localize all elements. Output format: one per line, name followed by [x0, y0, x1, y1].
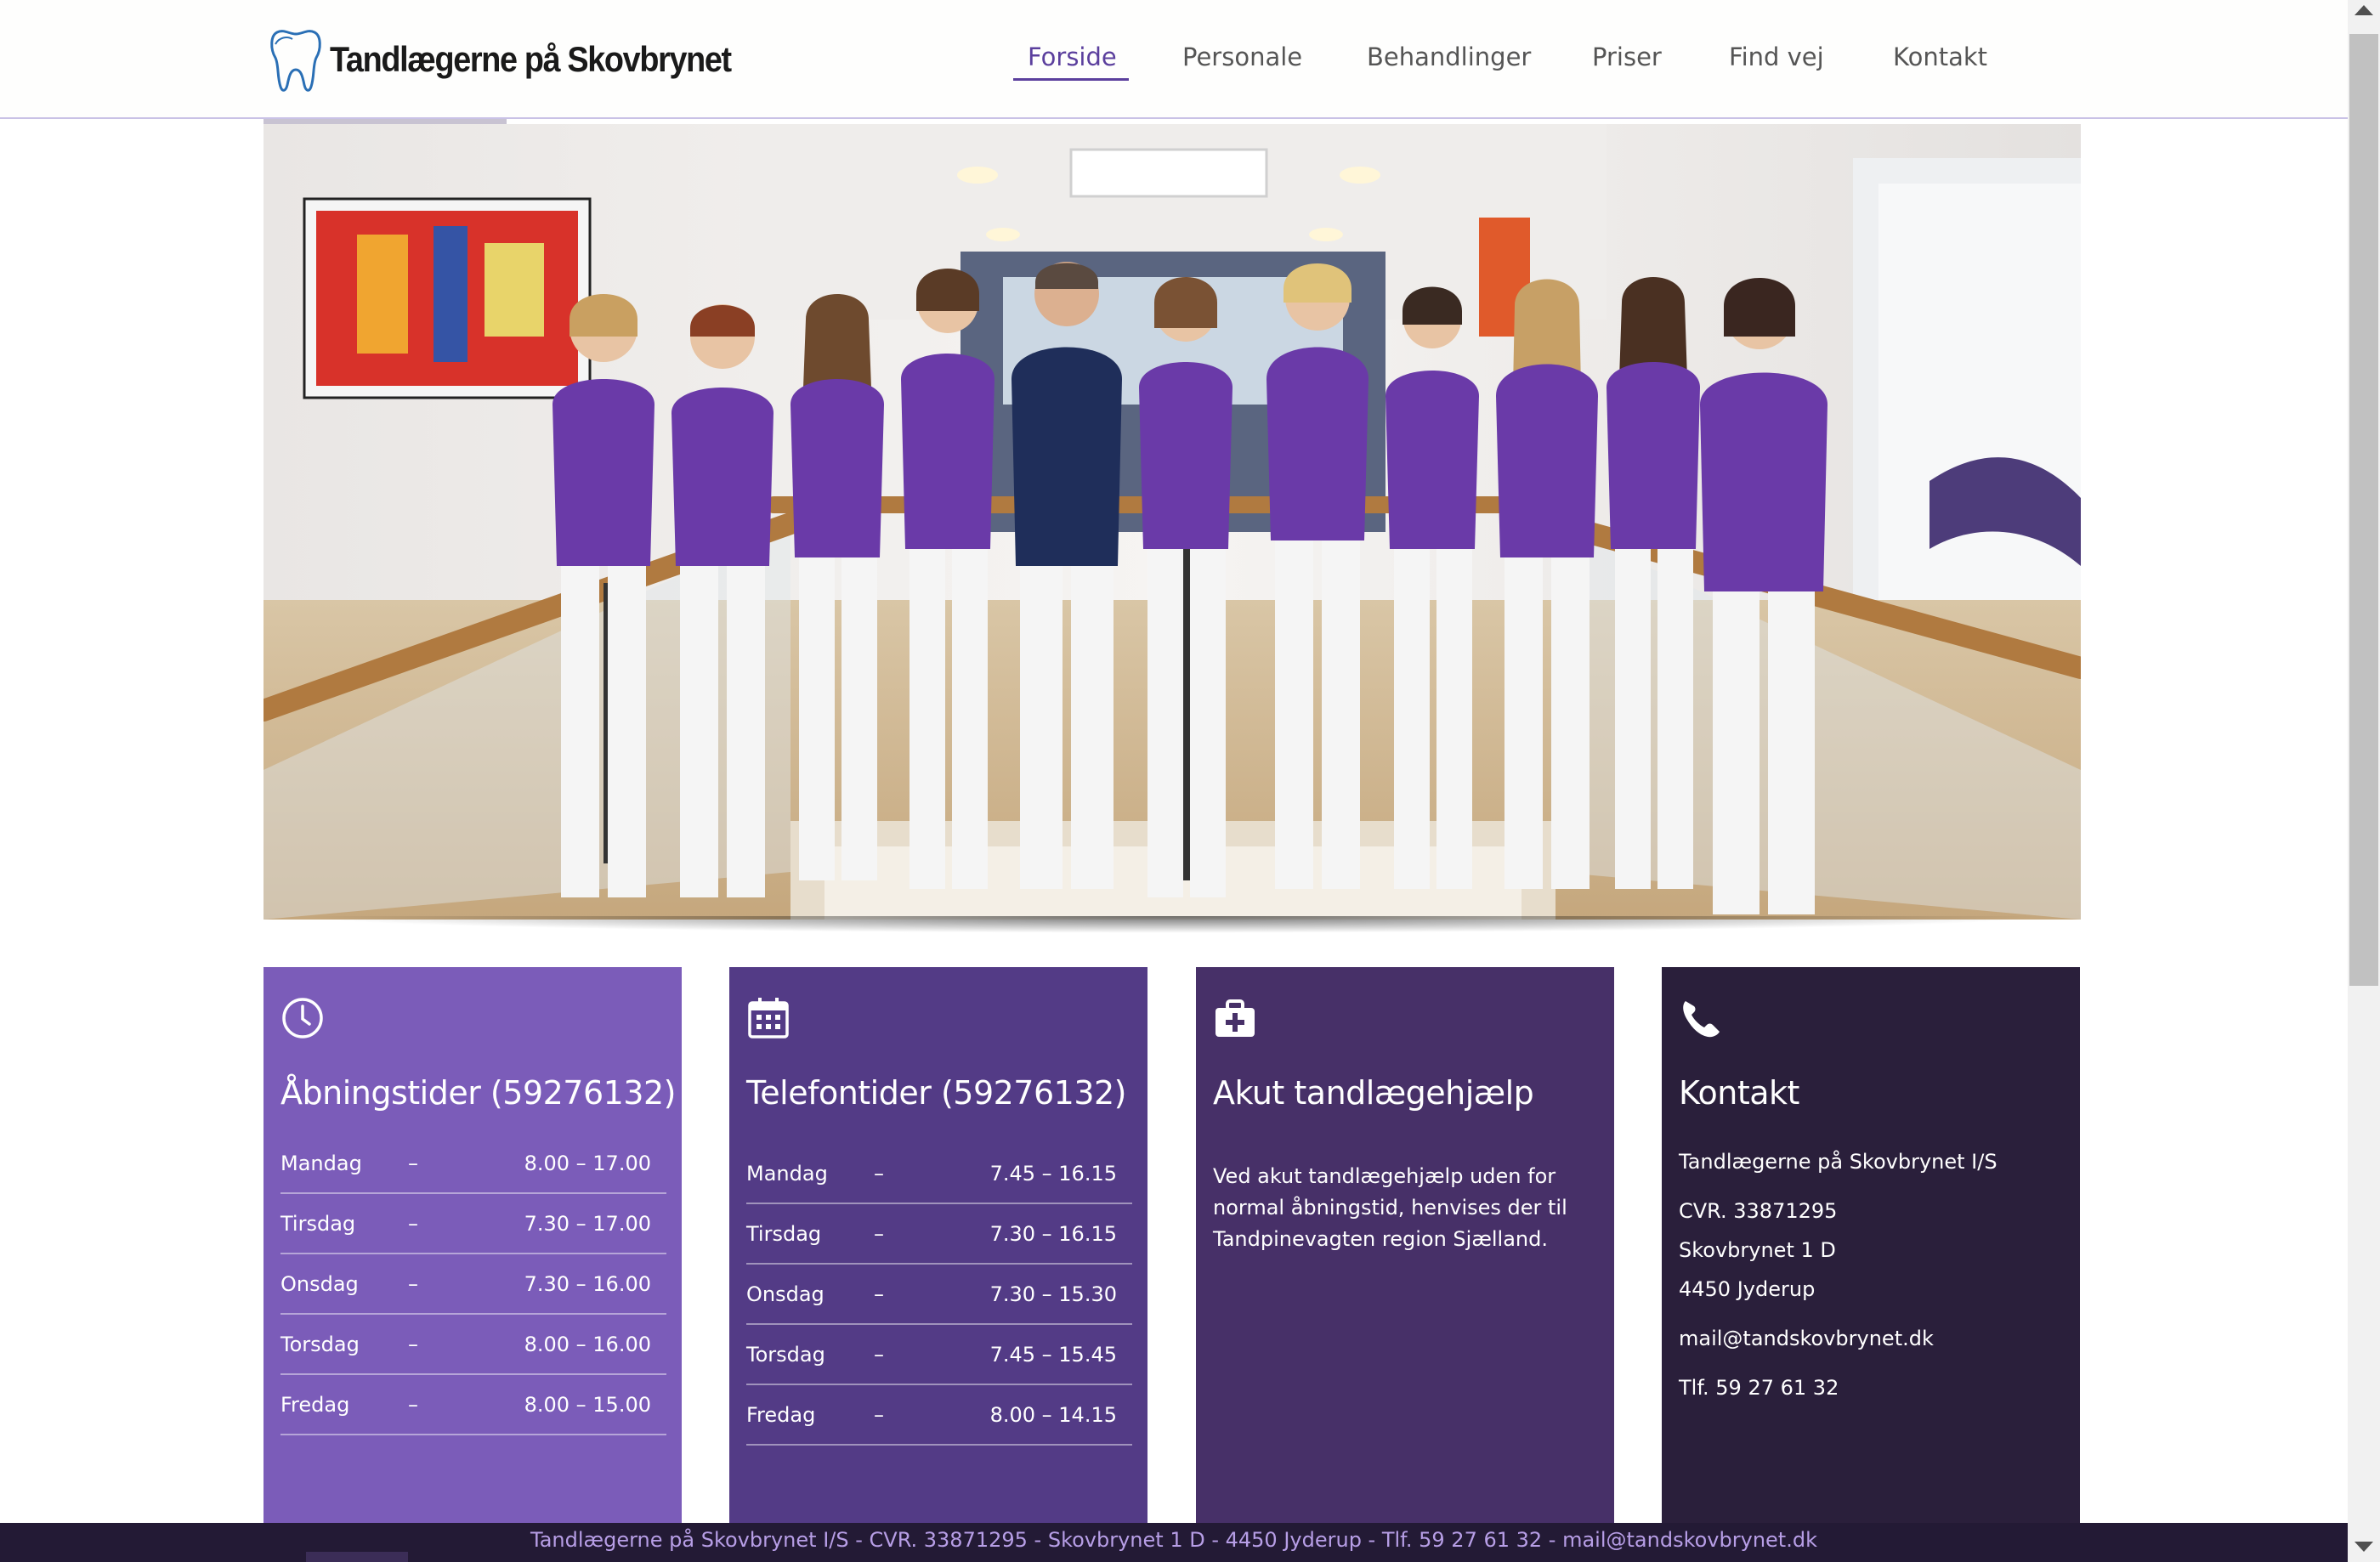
contact-details: Tandlægerne på Skovbrynet I/S CVR. 33871… [1679, 1142, 2063, 1407]
nav-item-forside[interactable]: Forside [1028, 42, 1117, 71]
hours-time: 7.45 – 15.45 [989, 1342, 1117, 1367]
emergency-text: Ved akut tandlægehjælp uden for normal å… [1213, 1164, 1567, 1251]
hours-row: Onsdag – 7.30 – 16.00 [280, 1254, 666, 1315]
hours-day: Fredag [746, 1402, 816, 1427]
nav-item-behandlinger[interactable]: Behandlinger [1367, 42, 1531, 71]
contact-phone[interactable]: Tlf. 59 27 61 32 [1679, 1368, 2063, 1407]
footer-tab [306, 1552, 408, 1562]
logo-text: Tandlægerne på Skovbrynet [330, 39, 732, 79]
hours-row: Mandag – 7.45 – 16.15 [746, 1144, 1132, 1204]
team-photo-illustration [264, 124, 2081, 920]
site-logo[interactable]: Tandlægerne på Skovbrynet [267, 22, 775, 97]
hours-time: 7.45 – 16.15 [989, 1161, 1117, 1186]
contact-street: Skovbrynet 1 D [1679, 1238, 1836, 1262]
hours-day: Torsdag [746, 1342, 825, 1367]
hours-time: 7.30 – 16.15 [989, 1221, 1117, 1246]
emergency-card: Akut tandlægehjælp Ved akut tandlægehjæl… [1196, 967, 1614, 1562]
hours-dash: – [874, 1402, 884, 1427]
emergency-title: Akut tandlægehjælp [1213, 1074, 1534, 1112]
hours-row: Onsdag – 7.30 – 15.30 [746, 1265, 1132, 1325]
hours-day: Tirsdag [746, 1221, 822, 1246]
hours-time: 8.00 – 14.15 [989, 1402, 1117, 1427]
hours-row: Tirsdag – 7.30 – 16.15 [746, 1204, 1132, 1265]
hours-day: Onsdag [280, 1271, 359, 1296]
phone-icon [1683, 1001, 1720, 1038]
medkit-icon [1216, 999, 1255, 1037]
hours-day: Onsdag [746, 1282, 824, 1306]
opening-hours-title: Åbningstider (59276132) [280, 1074, 676, 1112]
hours-dash: – [874, 1282, 884, 1306]
scroll-up-arrow-icon[interactable] [2354, 5, 2373, 15]
scroll-down-arrow-icon[interactable] [2354, 1542, 2373, 1552]
hours-row: Mandag – 8.00 – 17.00 [280, 1134, 666, 1194]
hours-time: 8.00 – 17.00 [524, 1151, 651, 1175]
phone-hours-title: Telefontider (59276132) [746, 1074, 1127, 1112]
opening-hours-table: Mandag – 8.00 – 17.00 Tirsdag – 7.30 – 17.00… [280, 1134, 666, 1435]
hours-day: Tirsdag [280, 1211, 356, 1236]
hero-shadow [298, 916, 2047, 933]
phone-hours-card: Telefontider (59276132) Mandag – 7.45 – 16… [729, 967, 1148, 1562]
hours-day: Fredag [280, 1392, 350, 1417]
clock-icon [282, 998, 323, 1039]
scrollbar-thumb[interactable] [2349, 34, 2378, 986]
calendar-icon [748, 998, 789, 1039]
hours-dash: – [874, 1221, 884, 1246]
nav-item-priser[interactable]: Priser [1592, 42, 1662, 71]
footer-text: Tandlægerne på Skovbrynet I/S - CVR. 338… [530, 1528, 1817, 1552]
contact-cvr: CVR. 33871295 [1679, 1199, 1838, 1223]
hours-dash: – [874, 1161, 884, 1186]
active-nav-indicator [1013, 78, 1129, 81]
hours-dash: – [408, 1332, 418, 1356]
hours-dash: – [874, 1342, 884, 1367]
contact-title: Kontakt [1679, 1074, 1799, 1112]
hours-time: 7.30 – 17.00 [524, 1211, 651, 1236]
hours-day: Mandag [280, 1151, 362, 1175]
nav-item-personale[interactable]: Personale [1182, 42, 1302, 71]
hours-time: 7.30 – 15.30 [989, 1282, 1117, 1306]
hours-row: Fredag – 8.00 – 14.15 [746, 1385, 1132, 1446]
opening-hours-card: Åbningstider (59276132) Mandag – 8.00 – 17… [264, 967, 682, 1562]
hours-day: Mandag [746, 1161, 828, 1186]
hours-time: 7.30 – 16.00 [524, 1271, 651, 1296]
hours-time: 8.00 – 15.00 [524, 1392, 651, 1417]
contact-email-link[interactable]: mail@tandskovbrynet.dk [1679, 1319, 2063, 1358]
nav-item-find-vej[interactable]: Find vej [1729, 42, 1824, 71]
hours-row: Torsdag – 8.00 – 16.00 [280, 1315, 666, 1375]
hours-dash: – [408, 1271, 418, 1296]
hours-day: Torsdag [280, 1332, 360, 1356]
contact-company: Tandlægerne på Skovbrynet I/S [1679, 1150, 1998, 1174]
hours-row: Tirsdag – 7.30 – 17.00 [280, 1194, 666, 1254]
hours-dash: – [408, 1211, 418, 1236]
contact-card: Kontakt Tandlægerne på Skovbrynet I/S CV… [1662, 967, 2080, 1562]
hours-dash: – [408, 1392, 418, 1417]
hours-dash: – [408, 1151, 418, 1175]
tooth-icon [270, 30, 321, 92]
hours-row: Torsdag – 7.45 – 15.45 [746, 1325, 1132, 1385]
contact-city: 4450 Jyderup [1679, 1277, 1816, 1301]
hero-team-photo [264, 124, 2081, 920]
hours-row: Fredag – 8.00 – 15.00 [280, 1375, 666, 1435]
site-header: Tandlægerne på Skovbrynet Forside Person… [0, 0, 2348, 119]
hours-time: 8.00 – 16.00 [524, 1332, 651, 1356]
phone-hours-table: Mandag – 7.45 – 16.15 Tirsdag – 7.30 – 16.15… [746, 1144, 1132, 1446]
nav-item-kontakt[interactable]: Kontakt [1893, 42, 1987, 71]
